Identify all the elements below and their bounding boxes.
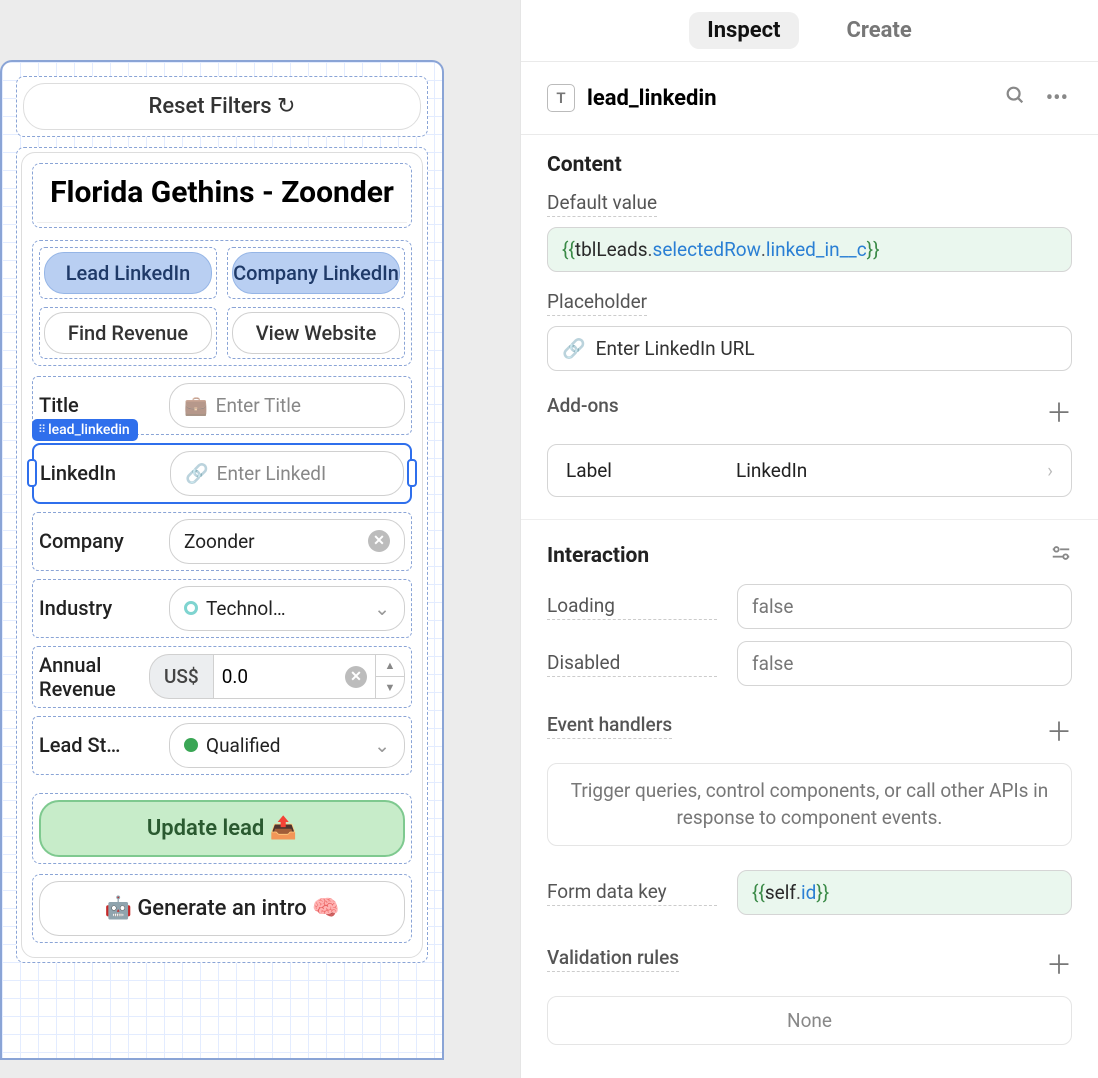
row-lead-status[interactable]: Lead St… Qualified ⌄: [32, 716, 412, 775]
industry-select[interactable]: Technol… ⌄: [169, 586, 405, 631]
row-industry-label: Industry: [39, 596, 159, 620]
company-input[interactable]: Zoonder ✕: [169, 519, 405, 564]
industry-value: Technol…: [206, 597, 286, 620]
title-placeholder: Enter Title: [216, 394, 301, 417]
stepper-down-icon[interactable]: ▼: [376, 677, 404, 698]
card-title-wrap: Florida Gethins - Zoonder: [32, 163, 412, 228]
form-data-key-label: Form data key: [547, 880, 717, 906]
row-linkedin-label: LinkedIn: [40, 461, 160, 485]
linkedin-placeholder: Enter LinkedI: [217, 462, 326, 485]
lead-card: Florida Gethins - Zoonder Lead LinkedIn …: [21, 152, 423, 958]
event-handlers-hint: Trigger queries, control components, or …: [547, 763, 1072, 846]
placeholder-value: Enter LinkedIn URL: [596, 337, 755, 360]
currency-prefix: US$: [149, 654, 213, 699]
inspector-panel: Inspect Create T lead_linkedin ••• Conte…: [521, 0, 1098, 1078]
update-lead-button[interactable]: Update lead 📤: [39, 800, 405, 857]
canvas-panel: Reset Filters ↻ Florida Gethins - Zoonde…: [0, 0, 521, 1078]
row-annual-revenue[interactable]: Annual Revenue US$ 0.0 ✕ ▲: [32, 646, 412, 708]
row-linkedin[interactable]: ⠿ lead_linkedin LinkedIn 🔗 Enter LinkedI: [32, 443, 412, 504]
section-interaction: Interaction Loading false Disabled false…: [521, 524, 1098, 1063]
row-company[interactable]: Company Zoonder ✕: [32, 512, 412, 571]
view-website-button[interactable]: View Website: [232, 312, 400, 354]
briefcase-icon: 💼: [184, 394, 208, 417]
component-name[interactable]: lead_linkedin: [587, 86, 988, 111]
settings-icon[interactable]: [1050, 542, 1072, 570]
validation-rules-label: Validation rules: [547, 946, 679, 972]
addon-label-row[interactable]: Label LinkedIn ›: [547, 444, 1072, 497]
form-data-key-input[interactable]: {{ self.id }}: [737, 870, 1072, 915]
number-stepper[interactable]: ▲ ▼: [376, 654, 405, 699]
text-input-type-icon: T: [547, 84, 575, 112]
event-handlers-label: Event handlers: [547, 713, 672, 739]
loading-input[interactable]: false: [737, 584, 1072, 629]
annual-revenue-input[interactable]: US$ 0.0 ✕ ▲ ▼: [149, 654, 405, 699]
company-linkedin-button[interactable]: Company LinkedIn: [232, 252, 400, 294]
status-dot-icon: [184, 738, 198, 752]
selection-tag-label: lead_linkedin: [48, 422, 130, 438]
clear-icon[interactable]: ✕: [345, 666, 367, 688]
reset-filters-wrap: Reset Filters ↻: [16, 76, 428, 137]
generate-intro-button[interactable]: 🤖 Generate an intro 🧠: [39, 881, 405, 936]
annual-value: 0.0: [222, 665, 248, 688]
addons-label: Add-ons: [547, 394, 619, 419]
chevron-down-icon: ⌄: [374, 734, 390, 757]
resize-handle-left[interactable]: [27, 459, 37, 487]
lead-status-select[interactable]: Qualified ⌄: [169, 723, 405, 768]
addon-key: Label: [566, 459, 716, 482]
stepper-up-icon[interactable]: ▲: [376, 655, 404, 677]
default-value-input[interactable]: {{tblLeads.selectedRow.linked_in__c}}: [547, 227, 1072, 272]
row-industry[interactable]: Industry Technol… ⌄: [32, 579, 412, 638]
button-grid: Lead LinkedIn Company LinkedIn Find Reve…: [32, 240, 412, 366]
addon-value: LinkedIn: [736, 459, 807, 482]
lead-status-value: Qualified: [206, 734, 280, 757]
loading-label: Loading: [547, 594, 717, 620]
canvas-frame[interactable]: Reset Filters ↻ Florida Gethins - Zoonde…: [0, 60, 444, 1060]
reset-filters-button[interactable]: Reset Filters ↻: [23, 83, 421, 130]
add-event-handler-button[interactable]: ＋: [1046, 712, 1072, 749]
more-icon[interactable]: •••: [1042, 82, 1072, 115]
linkedin-input[interactable]: 🔗 Enter LinkedI: [170, 451, 404, 496]
industry-dot-icon: [184, 601, 198, 615]
selection-tag[interactable]: ⠿ lead_linkedin: [32, 419, 138, 441]
row-company-label: Company: [39, 529, 159, 553]
inspector-header: T lead_linkedin •••: [521, 62, 1098, 135]
disabled-label: Disabled: [547, 651, 717, 677]
section-content-header: Content: [547, 153, 1072, 177]
link-icon: 🔗: [562, 337, 586, 360]
find-revenue-button[interactable]: Find Revenue: [44, 312, 212, 354]
disabled-input[interactable]: false: [737, 641, 1072, 686]
placeholder-label: Placeholder: [547, 290, 647, 316]
placeholder-input[interactable]: 🔗 Enter LinkedIn URL: [547, 326, 1072, 371]
section-interaction-header: Interaction: [547, 544, 649, 568]
lead-card-wrap: Florida Gethins - Zoonder Lead LinkedIn …: [16, 147, 428, 963]
resize-handle-right[interactable]: [407, 459, 417, 487]
title-input[interactable]: 💼 Enter Title: [169, 383, 405, 428]
inspector-tabs: Inspect Create: [521, 0, 1098, 62]
company-value: Zoonder: [184, 530, 255, 553]
lead-linkedin-button[interactable]: Lead LinkedIn: [44, 252, 212, 294]
tab-inspect[interactable]: Inspect: [689, 12, 798, 49]
row-annual-label: Annual Revenue: [39, 653, 139, 701]
row-lead-status-label: Lead St…: [39, 733, 159, 757]
link-icon: 🔗: [185, 462, 209, 485]
section-content: Content Default value {{tblLeads.selecte…: [521, 135, 1098, 515]
clear-icon[interactable]: ✕: [368, 530, 390, 552]
card-title: Florida Gethins - Zoonder: [37, 168, 407, 223]
add-addon-button[interactable]: ＋: [1046, 393, 1072, 430]
chevron-right-icon: ›: [1047, 459, 1053, 482]
add-validation-button[interactable]: ＋: [1046, 945, 1072, 982]
validation-none: None: [547, 996, 1072, 1045]
tab-create[interactable]: Create: [829, 12, 930, 49]
search-icon[interactable]: [1000, 80, 1030, 116]
row-title-label: Title: [39, 393, 159, 417]
default-value-label: Default value: [547, 191, 657, 217]
chevron-down-icon: ⌄: [374, 597, 390, 620]
drag-grip-icon: ⠿: [38, 423, 44, 436]
